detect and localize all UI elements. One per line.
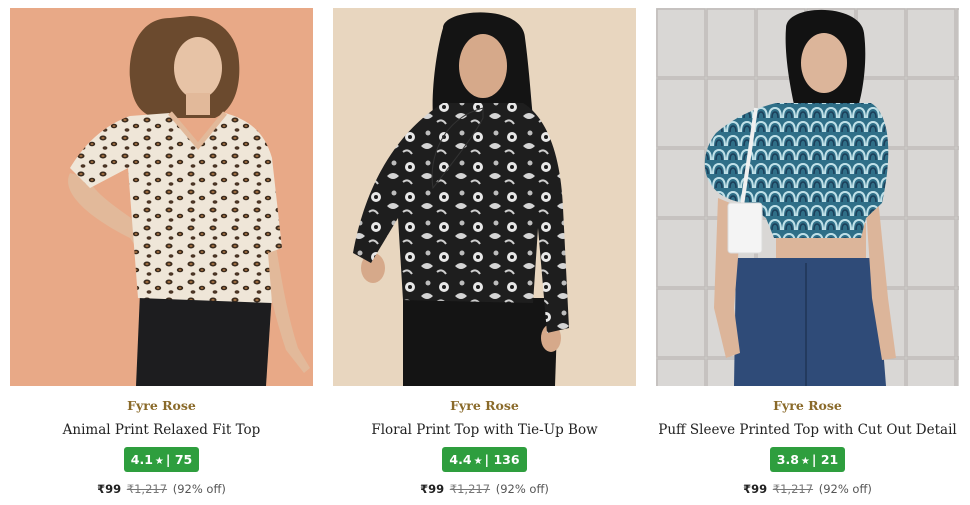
review-count: 75	[174, 452, 193, 467]
rating-value: 4.1	[130, 452, 153, 467]
price-row: ₹99 ₹1,217 (92% off)	[333, 482, 636, 496]
star-icon: ★	[800, 456, 810, 467]
rating-badge: 4.1 ★ | 75	[123, 447, 200, 472]
product-grid: Fyre Rose Animal Print Relaxed Fit Top 4…	[0, 0, 970, 505]
sale-price: ₹99	[743, 482, 768, 496]
product-image[interactable]	[10, 8, 313, 386]
brand-name: Fyre Rose	[450, 398, 519, 413]
product-image[interactable]	[656, 8, 959, 386]
rating-value: 4.4	[449, 452, 472, 467]
discount-label: (92% off)	[495, 482, 549, 496]
price-row: ₹99 ₹1,217 (92% off)	[10, 482, 313, 496]
rating-badge: 4.4 ★ | 136	[442, 447, 527, 472]
discount-label: (92% off)	[818, 482, 872, 496]
original-price: ₹1,217	[449, 482, 491, 496]
price-row: ₹99 ₹1,217 (92% off)	[656, 482, 959, 496]
discount-label: (92% off)	[172, 482, 226, 496]
product-image[interactable]	[333, 8, 636, 386]
sale-price: ₹99	[97, 482, 122, 496]
product-title[interactable]: Puff Sleeve Printed Top with Cut Out Det…	[656, 422, 959, 438]
model-leopard-top-photo	[10, 8, 313, 386]
product-card[interactable]: Fyre Rose Floral Print Top with Tie-Up B…	[333, 8, 636, 496]
rating-badge: 3.8 ★ | 21	[769, 447, 846, 472]
product-card[interactable]: Fyre Rose Animal Print Relaxed Fit Top 4…	[10, 8, 313, 496]
star-icon: ★	[154, 456, 164, 467]
star-icon: ★	[473, 456, 483, 467]
brand-name: Fyre Rose	[127, 398, 196, 413]
original-price: ₹1,217	[772, 482, 814, 496]
product-card[interactable]: Fyre Rose Puff Sleeve Printed Top with C…	[656, 8, 959, 496]
product-title[interactable]: Floral Print Top with Tie-Up Bow	[333, 422, 636, 438]
brand-name: Fyre Rose	[773, 398, 842, 413]
review-count: 21	[820, 452, 839, 467]
original-price: ₹1,217	[126, 482, 168, 496]
sale-price: ₹99	[420, 482, 445, 496]
product-title[interactable]: Animal Print Relaxed Fit Top	[10, 422, 313, 438]
model-puff-sleeve-top-photo	[656, 8, 959, 386]
rating-value: 3.8	[776, 452, 799, 467]
review-count: 136	[493, 452, 520, 467]
model-floral-top-photo	[333, 8, 636, 386]
